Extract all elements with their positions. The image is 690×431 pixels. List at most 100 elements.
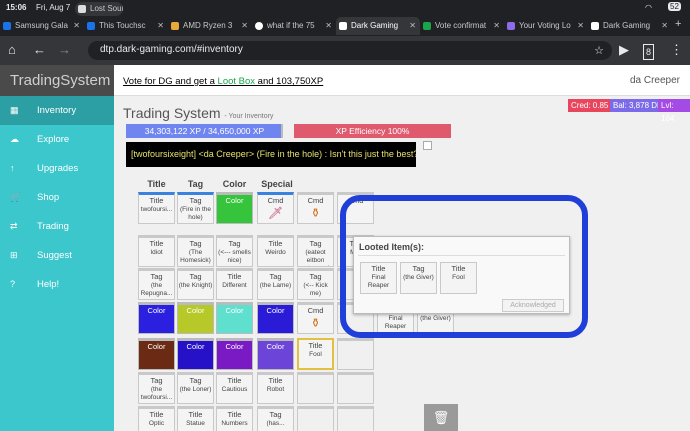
brand-logo[interactable]: TradingSystem [0, 65, 114, 96]
chat-preview: [twofoursixeight] <da Creeper> (Fire in … [126, 142, 416, 167]
tab-amd-ryzen[interactable]: AMD Ryzen 3 ✕ [168, 17, 252, 35]
close-icon[interactable]: ✕ [73, 17, 80, 35]
inventory-item[interactable]: Color [138, 302, 175, 334]
plus-icon: ⊞ [10, 250, 18, 260]
tab-touchscreen[interactable]: This Touchsc ✕ [84, 17, 168, 35]
tab-dark-gaming-2[interactable]: Dark Gaming ✕ [588, 17, 672, 35]
inventory-item[interactable]: Tag (has... [257, 406, 294, 431]
inventory-item[interactable]: Tag (Fire in the hole) [177, 192, 214, 224]
looted-item[interactable]: Title Final Reaper [360, 262, 397, 294]
inventory-item[interactable]: Title Idiot [138, 235, 175, 267]
inventory-item[interactable]: Color [216, 338, 253, 370]
close-icon[interactable]: ✕ [157, 17, 164, 35]
inventory-slot-empty[interactable] [297, 372, 334, 404]
inventory-item[interactable]: Tag (the twofoursi... [138, 372, 175, 404]
address-bar[interactable]: dtp.dark-gaming.com/#inventory ☆ [88, 41, 612, 60]
item-type-label: Title [268, 239, 283, 248]
close-icon[interactable]: ✕ [493, 17, 500, 35]
close-icon[interactable]: ✕ [661, 17, 668, 35]
inventory-item[interactable]: Tag (the Loner) [177, 372, 214, 404]
tab-count-icon[interactable]: 8 [643, 44, 655, 60]
inventory-slot-empty[interactable] [297, 406, 334, 431]
inventory-item[interactable]: Tag (the Repugna... [138, 268, 175, 300]
tab-samsung[interactable]: Samsung Gala ✕ [0, 17, 84, 35]
close-icon[interactable]: ✕ [325, 17, 332, 35]
question-icon: ? [10, 279, 16, 289]
forward-icon[interactable]: → [58, 43, 71, 57]
inventory-slot-empty[interactable] [337, 372, 374, 404]
tab-what-if[interactable]: what if the 75 ✕ [252, 17, 336, 35]
tab-voting-log[interactable]: Your Voting Lo ✕ [504, 17, 588, 35]
inventory-item[interactable]: Color [138, 338, 175, 370]
tab-favicon-icon [591, 22, 599, 30]
inventory-item[interactable]: Title Optic [138, 406, 175, 431]
inventory-item[interactable]: Title Statue [177, 406, 214, 431]
inventory-item[interactable]: Title Fool [297, 338, 334, 370]
inventory-slot-empty[interactable] [337, 406, 374, 431]
sidebar-item-shop[interactable]: 🛒 Shop [0, 183, 114, 212]
tab-vote-confirm[interactable]: Vote confirmat ✕ [420, 17, 504, 35]
item-type-label: Tag [150, 376, 163, 385]
inventory-item[interactable]: Color [216, 192, 253, 224]
star-icon[interactable]: ☆ [594, 44, 604, 57]
inventory-item[interactable]: Tag (The Homesick) [177, 235, 214, 267]
inventory-item[interactable]: Tag(eateot eitbon natmos...) [297, 235, 334, 267]
back-icon[interactable]: ← [33, 43, 46, 57]
item-type-label: Title [227, 272, 242, 281]
inventory-slot-empty[interactable] [337, 338, 374, 370]
inventory-item[interactable]: Cmd ⚱ [297, 302, 334, 334]
username-label[interactable]: da Creeper [630, 75, 680, 86]
sidebar-item-explore[interactable]: ☁ Explore [0, 125, 114, 154]
acknowledged-button[interactable]: Acknowledged [502, 299, 564, 312]
inventory-item[interactable]: Title Weirdo [257, 235, 294, 267]
home-icon[interactable]: ⌂ [8, 43, 16, 57]
close-icon[interactable]: ✕ [409, 17, 416, 35]
status-time: 15:06 [6, 3, 27, 12]
sidebar-item-trading[interactable]: ⇄ Trading [0, 212, 114, 241]
vote-promo-link[interactable]: Vote for DG and get a Loot Box and 103,7… [123, 76, 323, 87]
new-tab-icon[interactable]: + [675, 18, 681, 30]
inventory-item[interactable]: Color [216, 302, 253, 334]
inventory-item[interactable]: Title twofoursi... [138, 192, 175, 224]
inventory-item[interactable]: Cmd [337, 192, 374, 224]
inventory-item[interactable]: Color [177, 302, 214, 334]
inventory-item[interactable]: Tag (the Lame) [257, 268, 294, 300]
menu-icon[interactable]: ⋮ [670, 43, 683, 57]
inventory-item[interactable]: Color [177, 338, 214, 370]
item-value-label: Different [222, 282, 247, 289]
inventory-item[interactable]: Tag (<-- Kick me) [297, 268, 334, 300]
inventory-item[interactable]: Title Robot [257, 372, 294, 404]
inventory-item[interactable]: Title Different [216, 268, 253, 300]
close-icon[interactable]: ✕ [241, 17, 248, 35]
looted-item[interactable]: Title Fool [440, 262, 477, 294]
inventory-item[interactable]: Color [257, 302, 294, 334]
sidebar-item-suggest[interactable]: ⊞ Suggest [0, 241, 114, 270]
inventory-item[interactable]: Cmd ⚱ [297, 192, 334, 224]
item-value-label: Fool [309, 351, 322, 358]
play-icon[interactable]: ▶ [619, 43, 629, 57]
sidebar-item-inventory[interactable]: ▦ Inventory [0, 96, 114, 125]
inventory-item[interactable]: Title Cautious [216, 372, 253, 404]
close-icon[interactable]: ✕ [577, 17, 584, 35]
looted-item[interactable]: Tag (the Giver) [400, 262, 437, 294]
sidebar-item-upgrades[interactable]: ↑ Upgrades [0, 154, 114, 183]
xp-text: 34,303,122 XP / 34,650,000 XP [144, 126, 265, 136]
inventory-item[interactable]: Cmd 🗡 [257, 192, 294, 224]
sidebar-item-help[interactable]: ? Help! [0, 270, 114, 299]
inventory-item[interactable]: Color [257, 338, 294, 370]
inventory-item[interactable]: Title Numbers [216, 406, 253, 431]
potion-icon: ⚱ [310, 206, 321, 220]
broken-image-icon [423, 141, 432, 150]
item-value-label: (<-- Kick me) [303, 282, 328, 297]
item-type-label: Color [225, 196, 244, 205]
item-value-label: (the Repugna... [140, 282, 173, 297]
item-value-label: Final Reaper [384, 315, 407, 330]
xp-progress-bar: 34,303,122 XP / 34,650,000 XP [126, 124, 283, 138]
tab-dark-gaming-active[interactable]: Dark Gaming ✕ [336, 17, 420, 35]
inventory-item[interactable]: Tag (the Knight) [177, 268, 214, 300]
tab-favicon-icon [3, 22, 11, 30]
tab-group-label[interactable]: Lost Soul [75, 2, 123, 16]
trash-icon[interactable]: 🗑 [424, 404, 458, 431]
inventory-item[interactable]: Tag (<--- smells nice) [216, 235, 253, 267]
item-type-label: Color [225, 306, 244, 315]
